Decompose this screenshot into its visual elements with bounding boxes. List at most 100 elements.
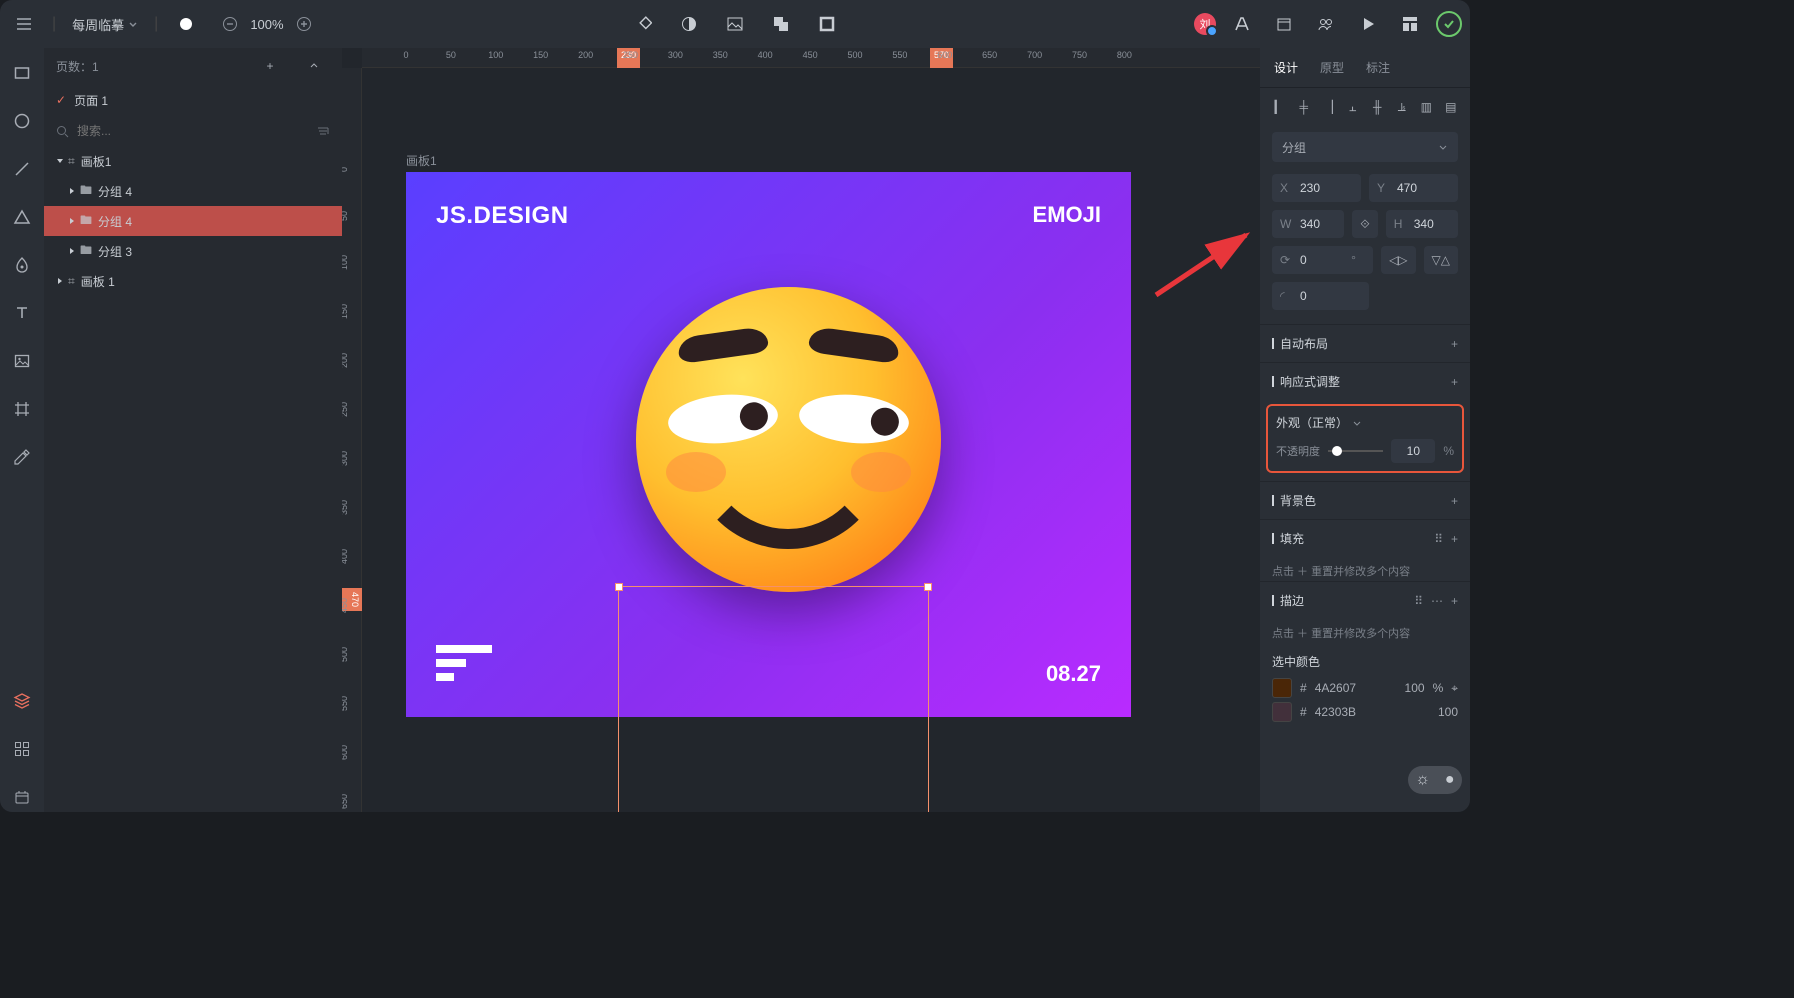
artboard-logo-text: JS.DESIGN [436, 202, 569, 230]
boolean-icon[interactable] [765, 8, 797, 40]
add-page-button[interactable]: + [254, 50, 286, 82]
sync-status-icon[interactable] [1436, 11, 1462, 37]
ellipse-tool-icon[interactable] [7, 106, 37, 136]
pages-count-label: 页数：1 [56, 58, 99, 75]
layer-row-selected[interactable]: 🖿分组 4 [44, 206, 342, 236]
artboard-label[interactable]: 画板1 [406, 152, 437, 169]
history-panel-icon[interactable] [7, 782, 37, 812]
align-center-h-icon[interactable]: ╪ [1297, 98, 1312, 116]
x-input[interactable]: X230 [1272, 174, 1361, 202]
frame-tool-icon[interactable] [7, 394, 37, 424]
stroke-styles-icon[interactable]: ⠿ [1414, 594, 1423, 608]
image-icon[interactable] [719, 8, 751, 40]
assets-panel-icon[interactable] [7, 734, 37, 764]
pen-tool-icon[interactable] [7, 250, 37, 280]
tab-design[interactable]: 设计 [1274, 59, 1298, 76]
help-icon[interactable]: ● [1445, 771, 1455, 789]
opacity-value-input[interactable]: 10 [1391, 439, 1435, 463]
tab-annotate[interactable]: 标注 [1366, 59, 1390, 76]
color-row[interactable]: #4A2607 100% ⌖ [1260, 674, 1470, 698]
locate-color-icon[interactable]: ⌖ [1451, 681, 1458, 696]
flip-h-button[interactable]: ◁▷ [1381, 246, 1415, 274]
distribute-v-icon[interactable]: ▤ [1444, 98, 1459, 116]
text-tool-icon[interactable] [7, 298, 37, 328]
add-bg-button[interactable]: + [1451, 494, 1458, 508]
artboard-bars [436, 645, 492, 687]
artboard-date: 08.27 [1046, 661, 1101, 687]
h-input[interactable]: H340 [1386, 210, 1458, 238]
ruler-horizontal: 230 570 05010015020025030035040045050055… [362, 48, 1260, 68]
user-avatar[interactable]: 刘 [1194, 13, 1216, 35]
zoom-out-button[interactable] [214, 8, 246, 40]
search-icon [56, 125, 69, 138]
add-stroke-button[interactable]: + [1451, 594, 1458, 608]
zoom-value[interactable]: 100% [250, 17, 283, 32]
collapse-pages-button[interactable] [298, 50, 330, 82]
line-tool-icon[interactable] [7, 154, 37, 184]
background-section[interactable]: 背景色 + [1260, 481, 1470, 519]
selection-box[interactable] [618, 586, 929, 812]
fill-styles-icon[interactable]: ⠿ [1434, 532, 1443, 546]
inspector-panel: 设计 原型 标注 ▎ ╪ ▕ ⫠ ╫ ⫡ ▥ ▤ 分组 X230 [1260, 48, 1470, 812]
play-icon[interactable] [1352, 8, 1384, 40]
theme-toggle-pill[interactable]: ☼ ● [1408, 766, 1462, 794]
add-fill-button[interactable]: + [1451, 532, 1458, 546]
y-input[interactable]: Y470 [1369, 174, 1458, 202]
mask-icon[interactable] [673, 8, 705, 40]
opacity-slider[interactable] [1328, 450, 1383, 452]
opacity-label: 不透明度 [1276, 443, 1320, 459]
layer-row[interactable]: 🖿分组 4 [44, 176, 342, 206]
rotation-input[interactable]: ⟳0° [1272, 246, 1373, 274]
layer-row[interactable]: ⌗画板1 [44, 146, 342, 176]
tab-prototype[interactable]: 原型 [1320, 59, 1344, 76]
distribute-h-icon[interactable]: ▥ [1419, 98, 1434, 116]
stroke-more-icon[interactable]: ⋯ [1431, 594, 1443, 608]
responsive-section[interactable]: 响应式调整 + [1260, 362, 1470, 400]
ruler-vertical: 470 050100150200250300350400450500550600… [342, 68, 362, 812]
selected-color-section: 选中颜色 [1260, 643, 1470, 674]
artboard-emoji-text: EMOJI [1033, 202, 1101, 230]
layer-row[interactable]: ⌗画板 1 [44, 266, 342, 296]
light-mode-icon[interactable]: ☼ [1415, 771, 1430, 789]
link-dimensions-button[interactable]: ⟐ [1352, 210, 1377, 238]
align-left-icon[interactable]: ▎ [1272, 98, 1287, 116]
eyedropper-tool-icon[interactable] [7, 442, 37, 472]
add-responsive-button[interactable]: + [1451, 375, 1458, 389]
fill-hint: 点击 ＋ 重置并修改多个内容 [1260, 557, 1470, 581]
stroke-hint: 点击 ＋ 重置并修改多个内容 [1260, 619, 1470, 643]
zoom-in-button[interactable] [288, 8, 320, 40]
appearance-section-highlighted: 外观（正常） 不透明度 10 % [1266, 404, 1464, 473]
resource-icon[interactable] [1268, 8, 1300, 40]
fill-section[interactable]: 填充 ⠿+ [1260, 519, 1470, 557]
crop-icon[interactable] [811, 8, 843, 40]
layout-icon[interactable] [1394, 8, 1426, 40]
flip-v-button[interactable]: ▽△ [1424, 246, 1458, 274]
document-title[interactable]: 每周临摹 [72, 15, 138, 34]
polygon-tool-icon[interactable] [7, 202, 37, 232]
layers-panel-icon[interactable] [7, 686, 37, 716]
rect-tool-icon[interactable] [7, 58, 37, 88]
layer-search-input[interactable] [77, 124, 308, 138]
topbar: | 每周临摹 | 100% 刘 [0, 0, 1470, 48]
text-style-icon[interactable] [1226, 8, 1258, 40]
component-icon[interactable] [627, 8, 659, 40]
page-item[interactable]: ✓页面 1 [44, 84, 342, 116]
auto-layout-section[interactable]: 自动布局 + [1260, 324, 1470, 362]
share-icon[interactable] [1310, 8, 1342, 40]
comment-icon[interactable] [170, 8, 202, 40]
align-bottom-icon[interactable]: ⫡ [1395, 98, 1410, 116]
menu-icon[interactable] [8, 8, 40, 40]
w-input[interactable]: W340 [1272, 210, 1344, 238]
layer-row[interactable]: 🖿分组 3 [44, 236, 342, 266]
align-right-icon[interactable]: ▕ [1321, 98, 1336, 116]
stroke-section[interactable]: 描边 ⠿⋯+ [1260, 581, 1470, 619]
layer-type-select[interactable]: 分组 [1272, 132, 1458, 162]
filter-icon[interactable] [316, 124, 330, 138]
add-autolayout-button[interactable]: + [1451, 337, 1458, 351]
canvas[interactable]: 230 570 05010015020025030035040045050055… [342, 48, 1260, 812]
align-top-icon[interactable]: ⫠ [1346, 98, 1361, 116]
color-row[interactable]: #42303B 100 [1260, 698, 1470, 722]
align-center-v-icon[interactable]: ╫ [1370, 98, 1385, 116]
image-tool-icon[interactable] [7, 346, 37, 376]
radius-input[interactable]: ◜0 [1272, 282, 1369, 310]
